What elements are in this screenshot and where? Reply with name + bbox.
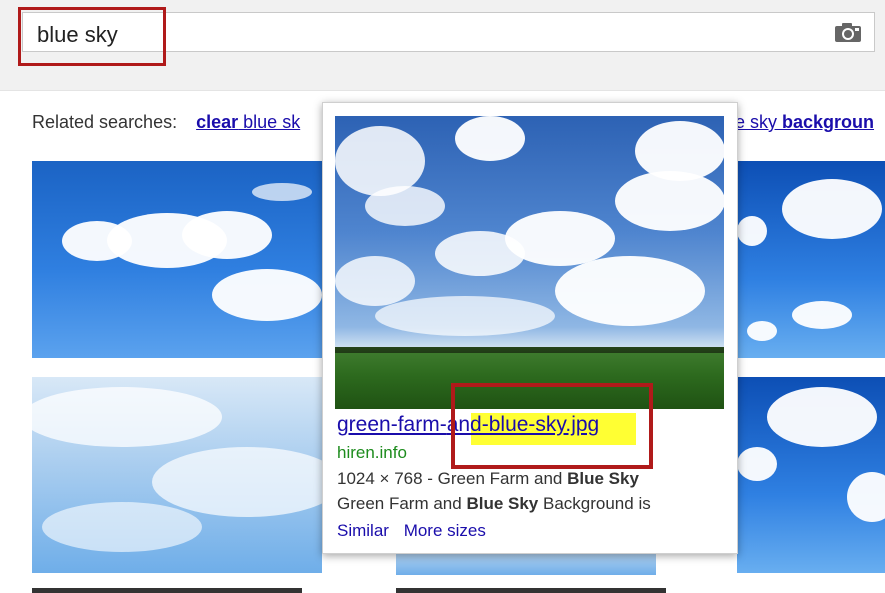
image-result[interactable] (396, 588, 666, 593)
image-result[interactable] (737, 161, 885, 358)
more-sizes-link[interactable]: More sizes (404, 521, 486, 540)
image-result[interactable] (32, 588, 302, 593)
search-highlight-box (18, 7, 166, 66)
image-preview-popup: green-farm-and-blue-sky.jpg hiren.info 1… (322, 102, 738, 554)
camera-icon[interactable] (834, 21, 862, 43)
preview-description: Green Farm and Blue Sky Background is (337, 494, 651, 513)
image-result[interactable] (32, 377, 322, 573)
related-searches: Related searches: clear blue sk (32, 112, 300, 133)
preview-domain[interactable]: hiren.info (337, 443, 407, 463)
preview-dimensions: 1024 × 768 - Green Farm and Blue Sky (337, 469, 639, 488)
preview-actions: Similar More sizes (337, 521, 496, 541)
filename-highlight-box (451, 383, 653, 469)
related-link-clear-blue-sky[interactable]: clear blue sk (196, 112, 300, 132)
search-header: blue sky (0, 0, 885, 91)
preview-image[interactable] (335, 116, 724, 409)
image-result[interactable] (737, 377, 885, 573)
similar-link[interactable]: Similar (337, 521, 389, 540)
image-result[interactable] (32, 161, 322, 358)
related-link-blue-sky-background[interactable]: e sky backgroun (735, 112, 874, 133)
related-searches-label: Related searches: (32, 112, 178, 132)
